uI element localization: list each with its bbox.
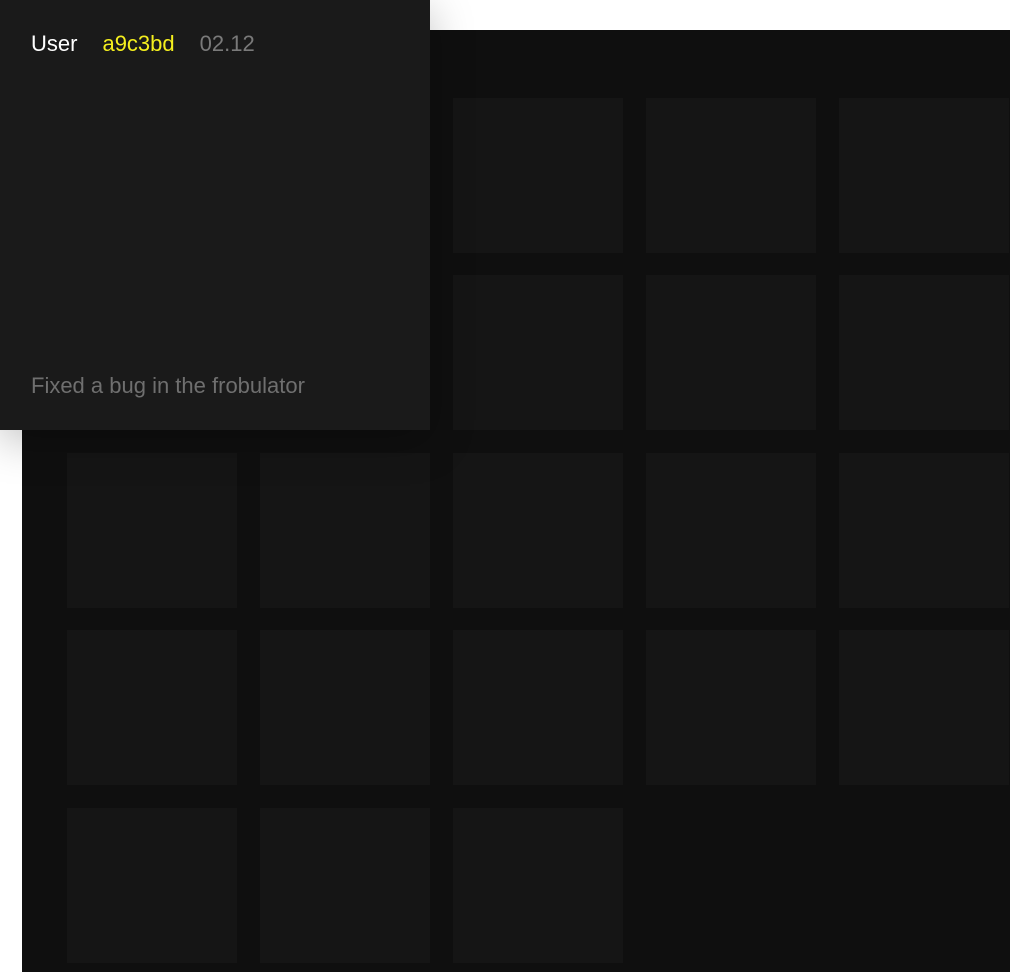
grid-tile <box>453 275 623 430</box>
commit-hash[interactable]: a9c3bd <box>102 31 174 57</box>
commit-message: Fixed a bug in the frobulator <box>31 373 305 398</box>
grid-tile <box>67 630 237 785</box>
grid-tile <box>453 453 623 608</box>
commit-card[interactable]: User a9c3bd 02.12 Fixed a bug in the fro… <box>0 0 430 430</box>
grid-tile <box>453 630 623 785</box>
grid-tile <box>260 453 430 608</box>
grid-tile <box>260 808 430 963</box>
grid-tile <box>646 275 816 430</box>
grid-tile <box>839 453 1009 608</box>
grid-tile <box>646 98 816 253</box>
grid-tile <box>839 275 1009 430</box>
grid-tile <box>453 98 623 253</box>
grid-tile <box>260 630 430 785</box>
commit-header: User a9c3bd 02.12 <box>31 31 255 57</box>
grid-tile <box>67 453 237 608</box>
grid-tile <box>646 630 816 785</box>
commit-date: 02.12 <box>199 31 255 56</box>
grid-tile <box>646 453 816 608</box>
grid-tile <box>453 808 623 963</box>
commit-user-label: User <box>31 31 78 56</box>
grid-tile <box>839 98 1009 253</box>
grid-tile <box>839 630 1009 785</box>
grid-tile <box>67 808 237 963</box>
